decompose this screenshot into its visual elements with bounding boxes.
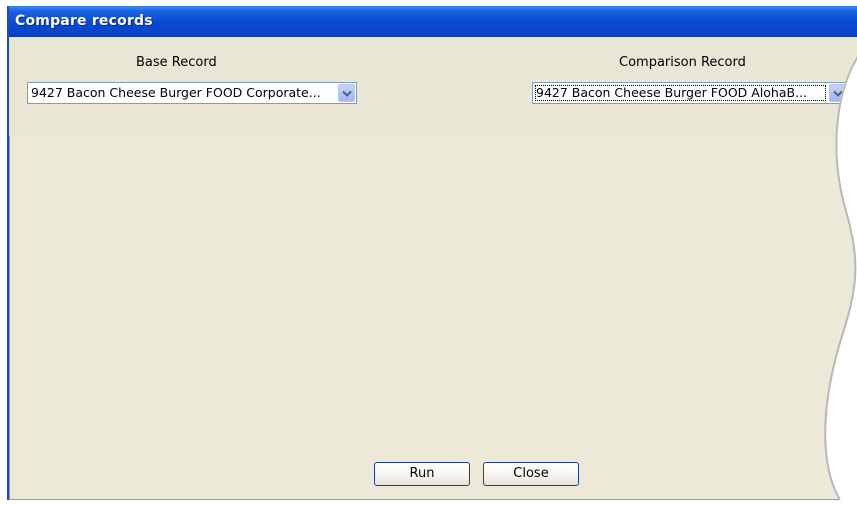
screen: Compare records Base Record Comparison R… bbox=[0, 0, 857, 505]
chevron-down-icon bbox=[342, 90, 352, 98]
dialog-title: Compare records bbox=[15, 13, 153, 29]
chevron-down-icon bbox=[833, 90, 843, 98]
close-button[interactable]: Close bbox=[483, 462, 579, 486]
title-bar[interactable]: Compare records bbox=[9, 6, 857, 37]
base-record-label: Base Record bbox=[136, 55, 217, 70]
comparison-record-value: 9427 Bacon Cheese Burger FOOD AlohaB... bbox=[534, 84, 827, 102]
compare-records-dialog: Compare records Base Record Comparison R… bbox=[7, 6, 857, 500]
comparison-record-dropdown-button[interactable] bbox=[829, 84, 846, 102]
base-record-value: 9427 Bacon Cheese Burger FOOD Corporate.… bbox=[31, 85, 321, 100]
base-record-dropdown-button[interactable] bbox=[338, 84, 355, 102]
run-button[interactable]: Run bbox=[374, 462, 470, 486]
comparison-record-label: Comparison Record bbox=[619, 55, 746, 70]
base-record-select[interactable]: 9427 Bacon Cheese Burger FOOD Corporate.… bbox=[27, 82, 357, 104]
comparison-record-select[interactable]: 9427 Bacon Cheese Burger FOOD AlohaB... bbox=[532, 82, 848, 104]
